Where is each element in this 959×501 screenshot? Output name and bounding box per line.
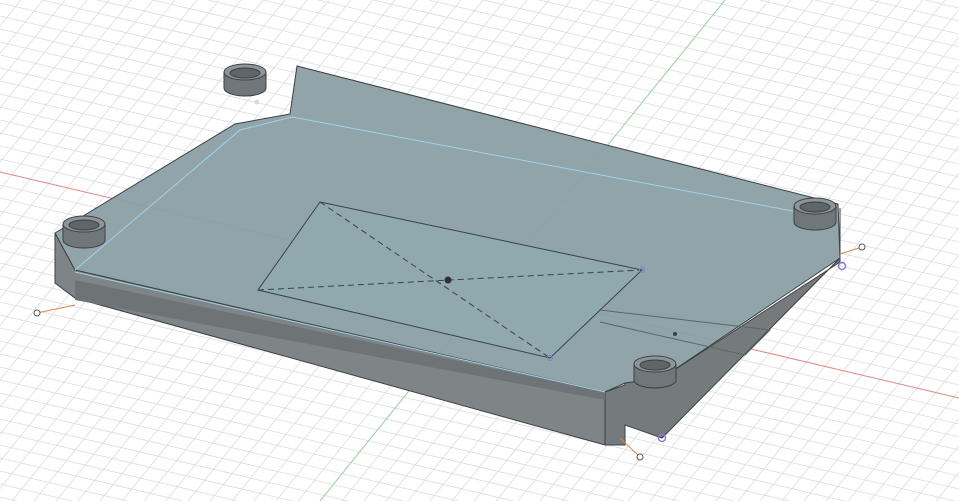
grid-line <box>0 405 404 501</box>
3d-viewport[interactable] <box>0 0 959 501</box>
sketch-point[interactable] <box>673 332 677 336</box>
foot-cylinder[interactable] <box>62 215 106 249</box>
grid-line <box>428 0 959 126</box>
foot-cylinder[interactable] <box>793 197 837 231</box>
canvas[interactable] <box>0 0 959 501</box>
grid-line <box>0 431 293 501</box>
grid-line <box>0 457 183 501</box>
foot-cylinder[interactable] <box>633 355 677 389</box>
sketch-center-point[interactable] <box>444 276 452 284</box>
grid-line <box>759 0 959 48</box>
grid-line <box>0 470 128 501</box>
grid-line <box>847 363 959 501</box>
grid-line <box>0 0 154 190</box>
grid-line <box>825 336 959 501</box>
sketch-point[interactable] <box>254 99 260 105</box>
grid-line <box>538 0 959 100</box>
plate-body[interactable] <box>54 65 841 446</box>
grid-line <box>935 472 959 501</box>
foot-cylinder[interactable] <box>223 63 267 97</box>
grid-line <box>869 390 959 501</box>
grid-line <box>891 417 959 501</box>
grid-line <box>0 418 349 501</box>
